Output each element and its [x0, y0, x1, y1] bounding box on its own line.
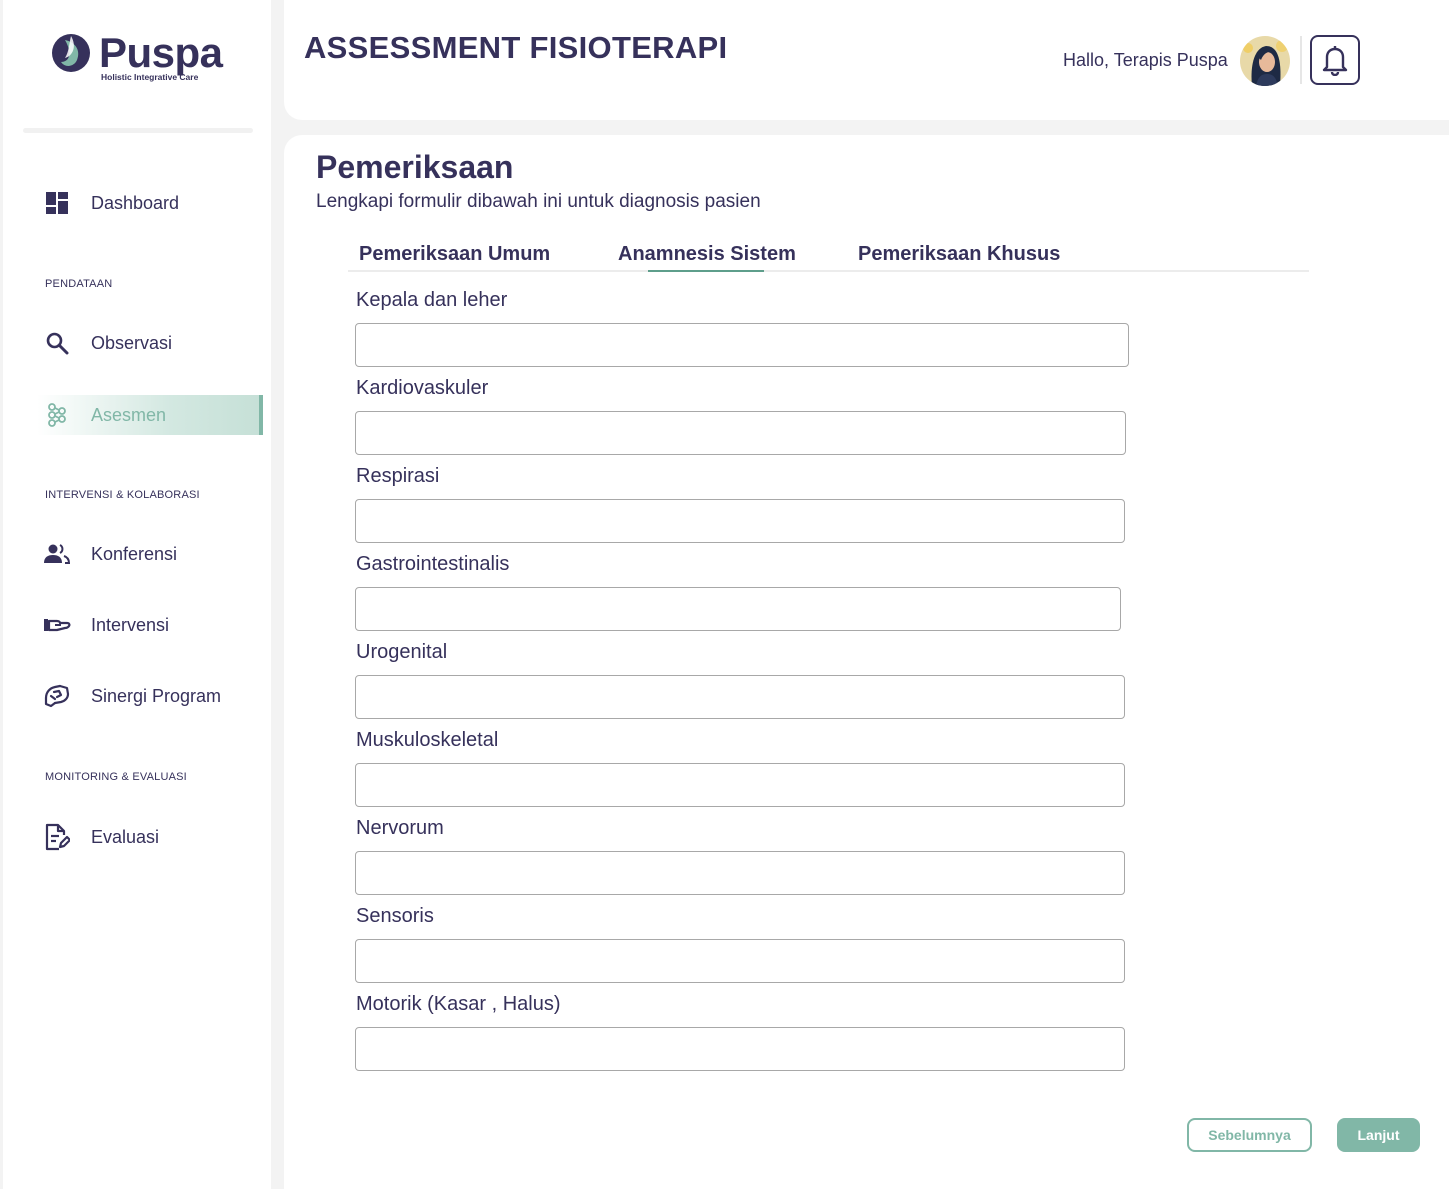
- field-label-gastrointestinalis: Gastrointestinalis: [356, 553, 510, 575]
- respirasi-input[interactable]: [355, 499, 1125, 543]
- brand-name: Puspa: [99, 29, 223, 76]
- dashboard-icon: [43, 189, 71, 217]
- section-title: Pemeriksaan: [316, 149, 514, 185]
- field-label-motorik: Motorik (Kasar , Halus): [356, 993, 561, 1015]
- sidebar-item-label: Konferensi: [91, 543, 178, 564]
- sidebar-item-dashboard[interactable]: Dashboard: [37, 183, 263, 223]
- sidebar-item-label: Intervensi: [91, 614, 170, 635]
- sidebar-divider: [23, 128, 253, 133]
- sidebar-item-label: Dashboard: [91, 192, 180, 213]
- brand-tagline: Holistic Integrative Care: [101, 72, 199, 82]
- sidebar-item-observasi[interactable]: Observasi: [37, 323, 263, 363]
- tab-pemeriksaan-khusus[interactable]: Pemeriksaan Khusus: [858, 243, 1060, 266]
- sidebar-item-evaluasi[interactable]: Evaluasi: [37, 817, 263, 857]
- sensoris-input[interactable]: [355, 939, 1125, 983]
- sidebar-item-label: Evaluasi: [91, 826, 160, 847]
- field-label-urogenital: Urogenital: [356, 641, 448, 663]
- search-icon: [43, 329, 71, 357]
- bell-icon: [1322, 46, 1348, 76]
- handshake-icon: [43, 682, 71, 710]
- hand-icon: [43, 611, 71, 639]
- next-button[interactable]: Lanjut: [1337, 1118, 1420, 1152]
- sidebar-item-label: Sinergi Program: [91, 685, 222, 706]
- active-tab-indicator: [648, 270, 764, 272]
- nervorum-input[interactable]: [355, 851, 1125, 895]
- page-title: ASSESSMENT FISIOTERAPI: [304, 30, 728, 65]
- header: ASSESSMENT FISIOTERAPI Hallo, Terapis Pu…: [284, 0, 1449, 120]
- people-icon: [43, 540, 71, 568]
- asesmen-icon: [43, 401, 71, 429]
- tab-pemeriksaan-umum[interactable]: Pemeriksaan Umum: [359, 243, 550, 266]
- logo[interactable]: Puspa Holistic Integrative Care: [51, 29, 223, 88]
- sidebar-item-sinergi-program[interactable]: Sinergi Program: [37, 676, 263, 716]
- section-label-intervensi-kolaborasi: INTERVENSI & KOLABORASI: [45, 489, 200, 501]
- kepala-leher-input[interactable]: [355, 323, 1129, 367]
- sidebar-item-asesmen[interactable]: Asesmen: [37, 395, 263, 435]
- field-label-nervorum: Nervorum: [356, 817, 444, 839]
- main-content: Pemeriksaan Lengkapi formulir dibawah in…: [284, 135, 1449, 1189]
- sidebar-item-konferensi[interactable]: Konferensi: [37, 534, 263, 574]
- document-edit-icon: [43, 823, 71, 851]
- logo-mark-icon: [52, 34, 90, 72]
- section-label-pendataan: PENDATAAN: [45, 278, 113, 290]
- field-label-kardiovaskuler: Kardiovaskuler: [356, 377, 489, 399]
- field-label-sensoris: Sensoris: [356, 905, 434, 927]
- tab-anamnesis-sistem[interactable]: Anamnesis Sistem: [618, 243, 796, 266]
- section-subtitle: Lengkapi formulir dibawah ini untuk diag…: [316, 191, 761, 212]
- field-label-respirasi: Respirasi: [356, 465, 440, 487]
- previous-button[interactable]: Sebelumnya: [1187, 1118, 1312, 1152]
- sidebar-item-label: Asesmen: [91, 404, 167, 425]
- notification-button[interactable]: [1310, 35, 1360, 85]
- sidebar-item-intervensi[interactable]: Intervensi: [37, 605, 263, 645]
- urogenital-input[interactable]: [355, 675, 1125, 719]
- muskuloskeletal-input[interactable]: [355, 763, 1125, 807]
- sidebar-item-label: Observasi: [91, 332, 173, 353]
- sidebar: Puspa Holistic Integrative Care Dashboar…: [3, 0, 271, 1189]
- kardiovaskuler-input[interactable]: [355, 411, 1126, 455]
- motorik-input[interactable]: [355, 1027, 1125, 1071]
- user-greeting: Hallo, Terapis Puspa: [1063, 50, 1228, 70]
- section-label-monitoring-evaluasi: MONITORING & EVALUASI: [45, 771, 187, 783]
- header-separator: [1300, 36, 1302, 84]
- avatar[interactable]: [1240, 36, 1290, 86]
- field-label-kepala-leher: Kepala dan leher: [356, 289, 508, 311]
- tab-bar: Pemeriksaan Umum Anamnesis Sistem Pemeri…: [348, 235, 1309, 272]
- field-label-muskuloskeletal: Muskuloskeletal: [356, 729, 499, 751]
- gastrointestinalis-input[interactable]: [355, 587, 1121, 631]
